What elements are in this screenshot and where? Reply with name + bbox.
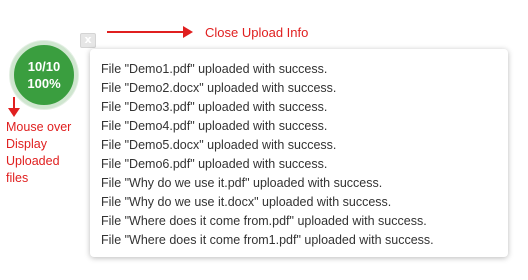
list-item: File "Where does it come from.pdf" uploa… (101, 214, 427, 228)
list-item: File "Why do we use it.pdf" uploaded wit… (101, 176, 383, 190)
close-info-annotation: Close Upload Info (107, 22, 308, 42)
annotation-line: files (6, 171, 29, 185)
close-icon: x (84, 33, 92, 46)
upload-percent: 100% (27, 76, 61, 91)
upload-progress-badge[interactable]: 10/10 100% (10, 41, 78, 109)
upload-count: 10/10 (27, 59, 61, 74)
list-item: File "Why do we use it.docx" uploaded wi… (101, 195, 392, 209)
close-upload-info-button[interactable]: x (80, 33, 96, 48)
list-item: File "Demo3.pdf" uploaded with success. (101, 100, 328, 114)
list-item: File "Demo1.pdf" uploaded with success. (101, 62, 328, 76)
right-arrow-icon (107, 26, 193, 38)
list-item: File "Demo6.pdf" uploaded with success. (101, 157, 328, 171)
mouse-over-annotation: Mouse over Display Uploaded files (6, 119, 71, 187)
list-item: File "Demo5.docx" uploaded with success. (101, 138, 337, 152)
annotation-line: Display (6, 137, 47, 151)
annotation-line: Mouse over (6, 120, 72, 134)
list-item: File "Demo2.docx" uploaded with success. (101, 81, 337, 95)
upload-info-panel: File "Demo1.pdf" uploaded with success. … (90, 49, 508, 257)
list-item: File "Demo4.pdf" uploaded with success. (101, 119, 328, 133)
list-item: File "Where does it come from1.pdf" uplo… (101, 233, 434, 247)
down-arrow-icon (8, 97, 20, 119)
annotation-line: Uploaded (6, 154, 60, 168)
close-info-annotation-label: Close Upload Info (205, 24, 309, 40)
